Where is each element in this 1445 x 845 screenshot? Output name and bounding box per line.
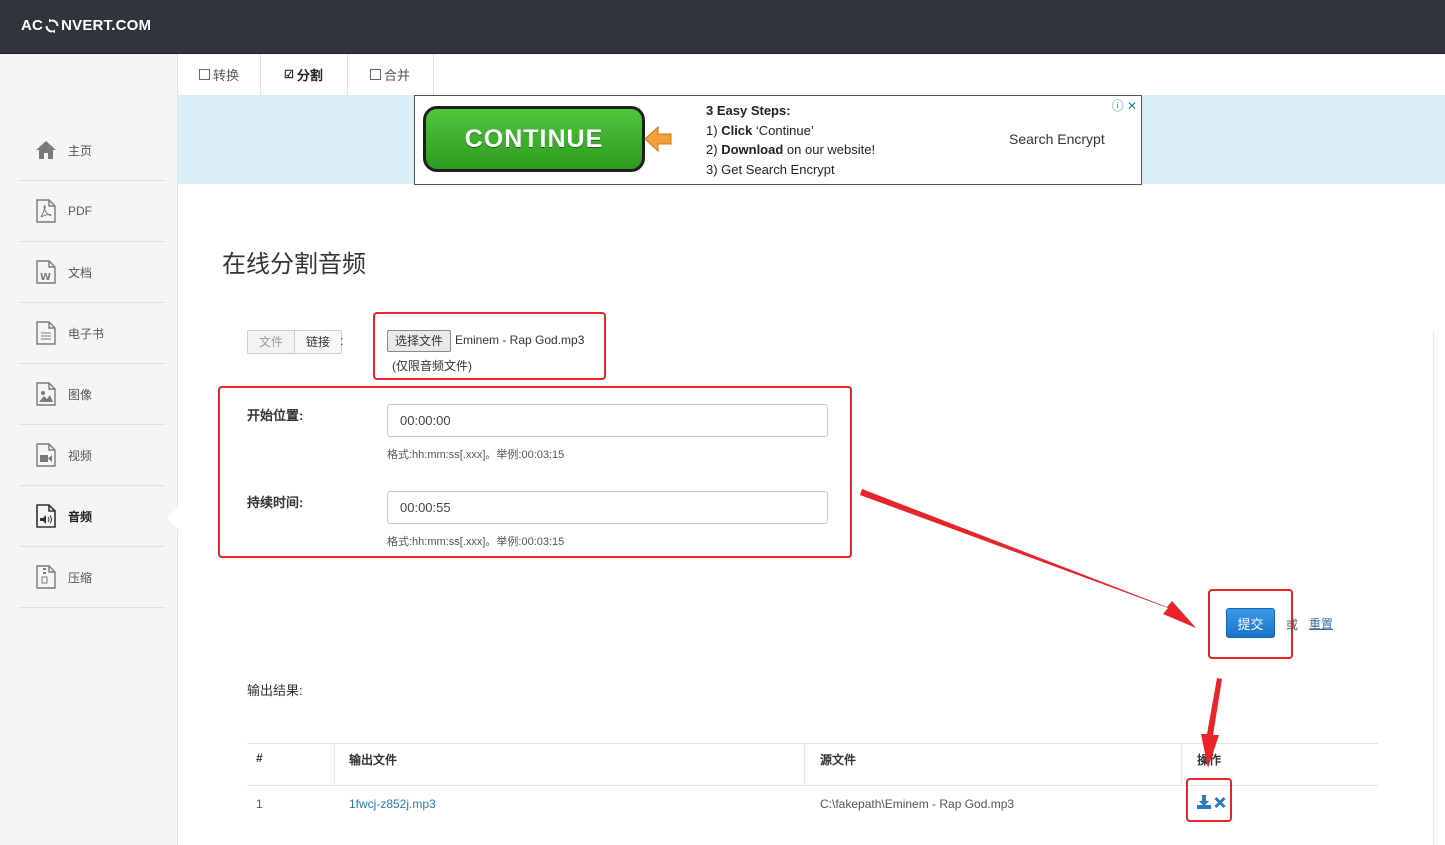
ad-step-text: 3) Get Search Encrypt (706, 161, 835, 177)
ad-steps-title: 3 Easy Steps: (706, 103, 791, 118)
svg-text:W: W (40, 272, 51, 283)
sidebar-item-label: 文档 (68, 265, 93, 280)
ad-step-num: 1) (706, 122, 718, 138)
table-top-border (247, 743, 1378, 744)
source-file-button[interactable]: 文件 (248, 331, 296, 353)
output-label: 输出结果: (247, 683, 303, 698)
sidebar-item-label: 主页 (68, 143, 93, 158)
annotation-arrow-to-submit (860, 489, 1196, 628)
tab-label: 合并 (383, 68, 410, 83)
home-icon (34, 138, 58, 162)
delete-icon[interactable] (1214, 795, 1226, 809)
selected-filename: Eminem - Rap God.mp3 (455, 333, 585, 347)
page-title: 在线分割音频 (222, 251, 366, 278)
source-file-path: C:\fakepath\Eminem - Rap God.mp3 (820, 797, 1015, 811)
checkbox-unchecked-icon (369, 69, 381, 80)
pdf-file-icon (34, 199, 58, 223)
choose-file-button[interactable]: 选择文件 (387, 330, 452, 352)
ad-step-bold: Click (721, 122, 753, 138)
active-indicator (167, 507, 178, 529)
column-divider (1181, 743, 1182, 785)
row-index: 1 (256, 797, 263, 811)
site-logo[interactable]: AC NVERT.COM (21, 17, 151, 34)
tab-split[interactable]: ☑ 分割 (260, 54, 348, 95)
sidebar-item-archive[interactable]: 压缩 (19, 547, 165, 608)
video-file-icon (34, 443, 58, 467)
start-time-input[interactable] (387, 404, 828, 437)
sidebar-item-video[interactable]: 视频 (19, 425, 165, 486)
duration-format-help: 格式:hh:mm:ss[.xxx]。举例:00:03:15 (387, 536, 565, 548)
tab-label: 转换 (212, 68, 239, 83)
tab-label: 分割 (296, 68, 323, 83)
advertisement[interactable]: CONTINUE 3 Easy Steps: 1) Click ‘Continu… (414, 95, 1142, 185)
logo-text-left: AC (21, 17, 44, 34)
sidebar-item-pdf[interactable]: PDF (19, 181, 165, 242)
sidebar-item-home[interactable]: 主页 (19, 120, 165, 181)
sidebar-item-label: 电子书 (68, 326, 105, 341)
image-file-icon (34, 382, 58, 406)
sidebar-item-ebook[interactable]: 电子书 (19, 303, 165, 364)
logo-text-right: NVERT.COM (61, 17, 152, 34)
sidebar-item-label: 图像 (68, 387, 93, 402)
ad-step-bold: Download (721, 142, 784, 157)
column-header-index: # (256, 751, 263, 765)
tab-merge[interactable]: 合并 (347, 54, 434, 95)
audio-file-icon (34, 504, 58, 528)
ad-step-text: on our website! (786, 142, 876, 157)
column-divider (334, 743, 335, 785)
sidebar-item-label: 视频 (68, 448, 93, 463)
ad-close-icon[interactable]: ⓘ ✕ (1112, 97, 1137, 114)
archive-file-icon (34, 565, 58, 589)
checkbox-unchecked-icon (198, 69, 210, 80)
tab-bar: 转换 ☑ 分割 合并 (178, 54, 1445, 96)
column-header-source-file: 源文件 (820, 753, 857, 767)
sidebar-item-label: PDF (68, 204, 92, 218)
source-link-button[interactable]: 链接 (295, 331, 342, 353)
sidebar-item-image[interactable]: 图像 (19, 364, 165, 425)
ad-steps: 3 Easy Steps: 1) Click ‘Continue’ 2) Dow… (706, 101, 875, 179)
ad-step-text: ‘Continue’ (755, 122, 814, 138)
ad-step-num: 2) (706, 142, 718, 157)
output-file-link[interactable]: 1fwcj-z852j.mp3 (349, 797, 436, 811)
source-toggle: 文件 链接 (247, 330, 343, 354)
submit-button[interactable]: 提交 (1226, 608, 1275, 638)
column-header-output-file: 输出文件 (349, 753, 398, 767)
file-type-hint: (仅限音频文件) (392, 359, 472, 373)
ebook-file-icon (34, 321, 58, 345)
divider (1433, 330, 1434, 845)
or-text: 或 (1286, 618, 1299, 632)
reset-link[interactable]: 重置 (1309, 615, 1333, 632)
column-divider (804, 743, 805, 785)
start-label: 开始位置: (247, 408, 304, 423)
sidebar-item-label: 音频 (68, 509, 93, 524)
ad-continue-button[interactable]: CONTINUE (423, 106, 645, 172)
sidebar-item-label: 压缩 (68, 570, 93, 585)
word-file-icon: W (34, 260, 58, 284)
sidebar-item-audio[interactable]: 音频 (19, 486, 165, 547)
duration-input[interactable] (387, 491, 828, 524)
top-bar: AC NVERT.COM (0, 0, 1445, 54)
column-header-actions: 操作 (1197, 753, 1222, 767)
source-colon: : (340, 333, 344, 348)
sidebar-item-document[interactable]: W 文档 (19, 242, 165, 303)
duration-label: 持续时间: (247, 495, 304, 510)
tab-convert[interactable]: 转换 (178, 54, 261, 95)
start-format-help: 格式:hh:mm:ss[.xxx]。举例:00:03:15 (387, 449, 565, 461)
refresh-icon (45, 18, 59, 33)
download-icon[interactable] (1197, 795, 1211, 809)
arrow-left-icon (644, 125, 672, 153)
checkbox-checked-icon: ☑ (284, 69, 294, 81)
ad-brand: Search Encrypt (1009, 131, 1105, 147)
